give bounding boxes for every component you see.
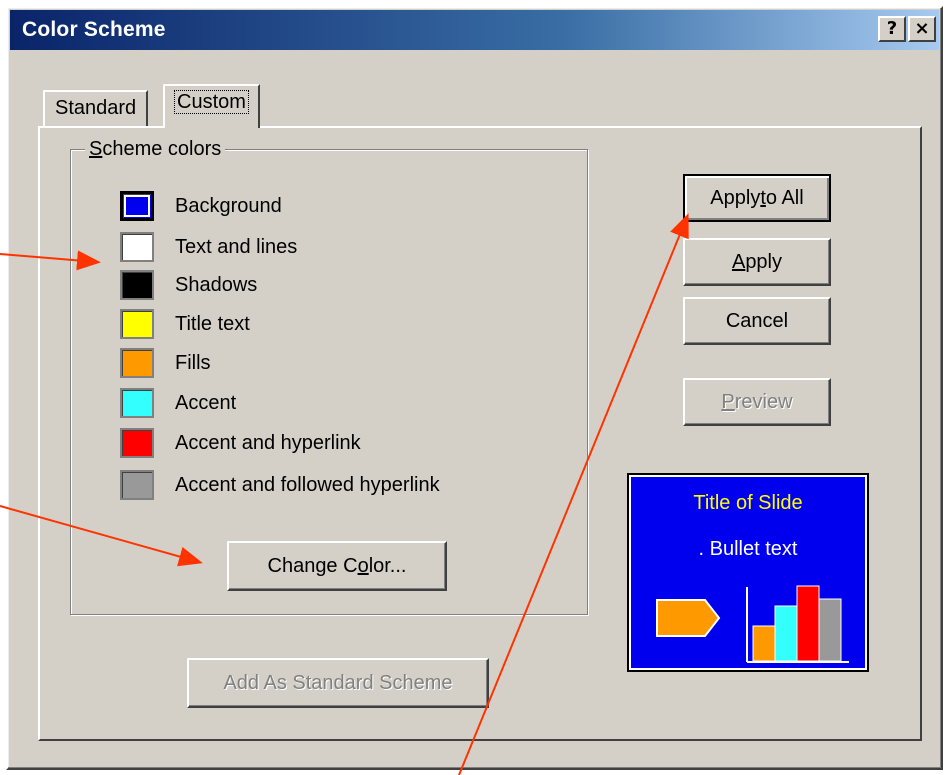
slide-preview: Title of Slide . Bullet text [627, 473, 869, 672]
change-color-button[interactable]: Change Color... [227, 541, 447, 591]
apply-accel: A [731, 251, 746, 273]
color-swatch[interactable] [120, 309, 154, 339]
color-swatch-label: Title text [175, 313, 250, 335]
preview-button[interactable]: Preview [683, 378, 831, 426]
dialog-title: Color Scheme [22, 18, 166, 41]
tab-custom-label: Custom [174, 90, 249, 114]
cancel-button[interactable]: Cancel [683, 297, 831, 345]
preview-accel: P [721, 391, 735, 413]
legend-rest: cheme colors [102, 138, 222, 160]
change-color-text-b: lor... [368, 555, 407, 577]
preview-bar [818, 598, 842, 662]
color-swatch[interactable] [120, 428, 154, 458]
preview-label: Preview [721, 380, 792, 424]
add-standard-scheme-button[interactable]: Add As Standard Scheme [187, 658, 489, 708]
color-swatch-label: Accent and followed hyperlink [175, 474, 440, 496]
scheme-color-item[interactable]: Title text [120, 305, 540, 343]
color-swatch[interactable] [120, 232, 154, 262]
title-bar[interactable]: Color Scheme ? × [10, 10, 939, 50]
scheme-color-item[interactable]: Accent and hyperlink [120, 424, 540, 462]
close-button[interactable]: × [908, 16, 936, 42]
color-swatch-label: Shadows [175, 274, 258, 296]
apply-to-all-button[interactable]: Apply to All [683, 174, 831, 222]
color-swatch-label: Fills [175, 352, 211, 374]
preview-bar [752, 625, 776, 662]
apply-button[interactable]: Apply [683, 238, 831, 286]
color-swatch-label: Text and lines [175, 236, 298, 258]
scheme-color-item[interactable]: Shadows [120, 266, 540, 304]
change-color-accel: o [357, 555, 369, 577]
change-color-text-a: Change C [267, 555, 358, 577]
apply-to-all-label: Apply to All [710, 176, 803, 220]
color-swatch[interactable] [120, 388, 154, 418]
apply-to-all-text-b: o All [765, 187, 804, 209]
tab-standard[interactable]: Standard [43, 90, 149, 126]
scheme-color-item[interactable]: Fills [120, 344, 540, 382]
apply-to-all-text-a: Apply [710, 187, 761, 209]
scheme-colors-legend: Scheme colors [85, 138, 226, 160]
color-swatch[interactable] [120, 191, 154, 221]
scheme-color-item[interactable]: Background [120, 187, 540, 225]
color-swatch-label: Background [175, 195, 282, 217]
color-swatch[interactable] [120, 348, 154, 378]
tab-custom[interactable]: Custom [163, 84, 260, 128]
color-swatch[interactable] [120, 470, 154, 500]
add-standard-scheme-label: Add As Standard Scheme [223, 672, 453, 694]
color-swatch-label: Accent and hyperlink [175, 432, 361, 454]
legend-accel: S [89, 138, 103, 160]
scheme-color-item[interactable]: Text and lines [120, 228, 540, 266]
preview-bar [796, 585, 820, 662]
scheme-color-item[interactable]: Accent and followed hyperlink [120, 466, 540, 504]
preview-bar [774, 605, 798, 662]
apply-label: Apply [732, 240, 782, 284]
preview-graphics [656, 585, 849, 663]
cancel-label: Cancel [725, 310, 789, 332]
preview-arrow-shape [656, 599, 721, 637]
color-swatch-label: Accent [175, 392, 237, 414]
color-swatch[interactable] [120, 270, 154, 300]
preview-text: review [734, 391, 793, 413]
help-button[interactable]: ? [878, 16, 906, 42]
apply-text: pply [745, 251, 783, 273]
change-color-label: Change Color... [268, 543, 407, 589]
scheme-color-item[interactable]: Accent [120, 384, 540, 422]
preview-chart-bars [752, 585, 842, 662]
tab-standard-label: Standard [55, 97, 137, 119]
